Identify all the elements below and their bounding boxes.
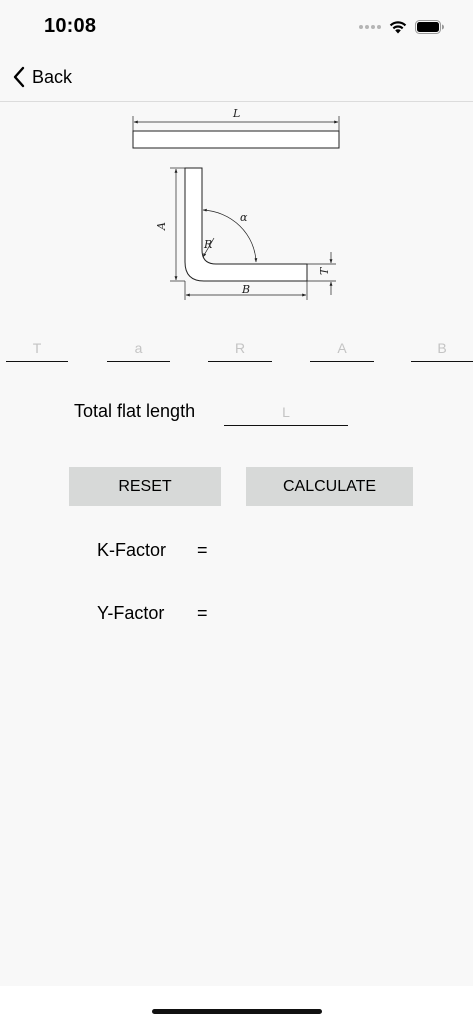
dimension-T-label: T [318,266,331,275]
status-time: 10:08 [44,15,97,37]
flat-blank-shape [132,130,340,149]
k-factor-label: K-Factor [97,540,167,560]
flange-a-input[interactable] [310,334,374,362]
status-bar: 10:08 [0,0,473,52]
home-indicator[interactable] [152,1009,322,1014]
radius-input[interactable] [208,334,272,362]
angle-input[interactable] [107,334,170,362]
y-factor-label: Y-Factor [97,603,165,623]
cellular-signal-icon [359,25,381,29]
total-flat-length-label: Total flat length [74,401,196,421]
bend-diagram: L A B T α R [132,107,340,300]
thickness-input[interactable] [6,334,68,362]
back-button[interactable]: Back [12,63,72,91]
back-label: Back [32,66,73,87]
wifi-icon [389,21,407,34]
battery-icon [415,20,444,34]
bent-profile-shape [184,167,308,282]
dimension-A-label: A [155,222,168,231]
navigation-bar: Back [0,52,473,102]
bottom-safe-area [0,986,473,1024]
total-flat-length-input[interactable] [224,398,348,426]
y-factor-equals: = [197,603,208,623]
dimension-R-label: R [203,238,212,251]
k-factor-equals: = [197,540,208,560]
calculate-button[interactable]: CALCULATE [246,467,413,506]
status-icons [359,16,445,38]
dimension-B-label: B [241,283,250,296]
dimension-L-label: L [232,107,240,120]
flange-b-input[interactable] [411,334,473,362]
dimension-alpha-label: α [240,211,248,224]
reset-button[interactable]: RESET [69,467,221,506]
dimension-alpha-arc [202,208,258,263]
chevron-left-icon [13,66,25,88]
